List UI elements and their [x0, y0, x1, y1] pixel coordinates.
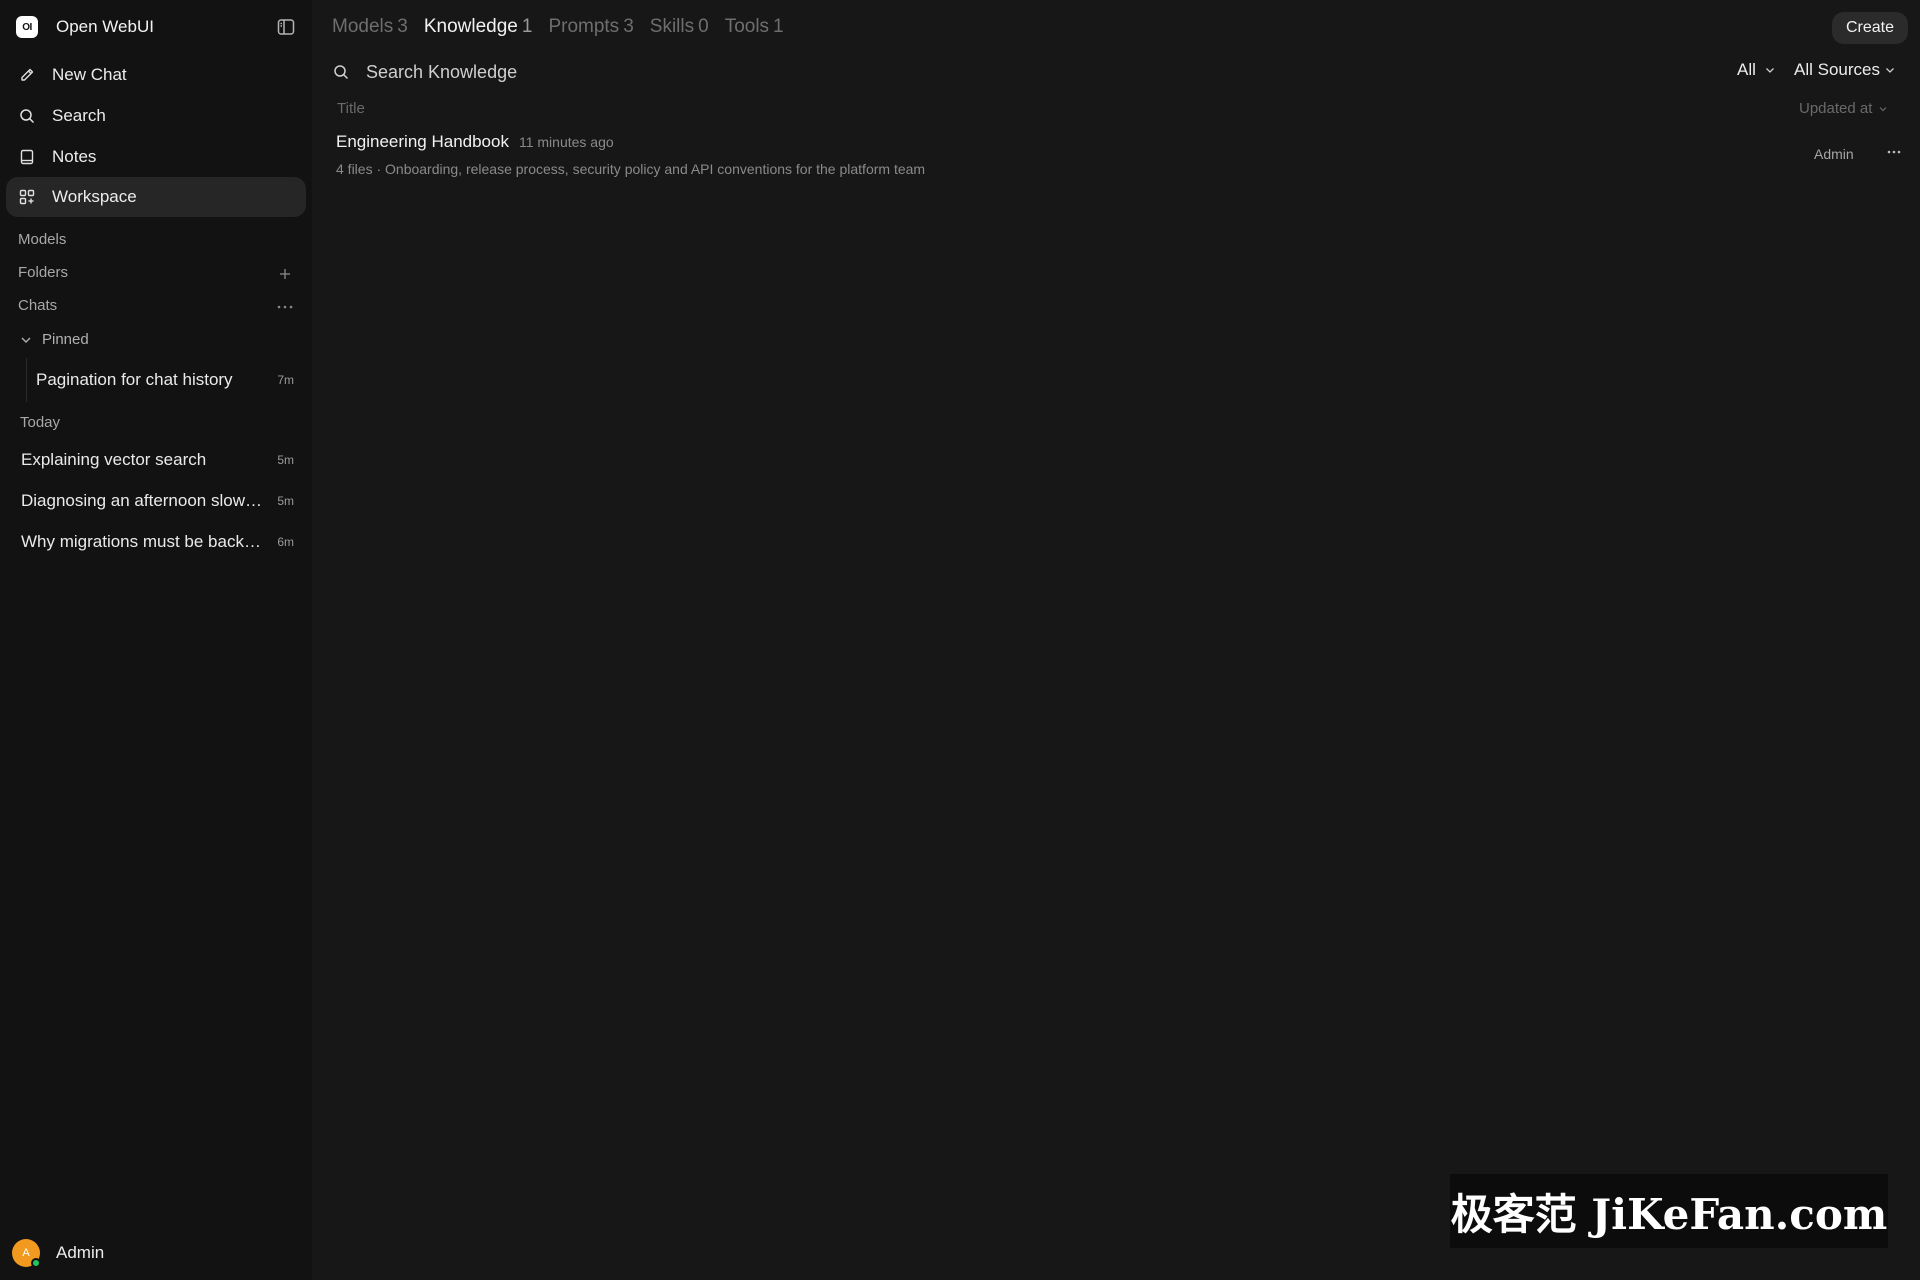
- app-root: OI Open WebUI New Chat Search Notes Work…: [0, 0, 1920, 1280]
- nav-notes[interactable]: Notes: [6, 137, 306, 177]
- online-status-indicator: [31, 1258, 41, 1268]
- chat-item[interactable]: Why migrations must be backward compatib…: [21, 524, 294, 560]
- knowledge-description: 4 files · Onboarding, release process, s…: [336, 161, 926, 177]
- knowledge-name: Engineering Handbook: [336, 132, 509, 151]
- pinned-label: Pinned: [42, 331, 89, 348]
- chat-title: Pagination for chat history: [36, 370, 233, 389]
- nav-workspace[interactable]: Workspace: [6, 177, 306, 217]
- nav-label: New Chat: [52, 65, 127, 84]
- chevron-down-icon: [1878, 104, 1888, 114]
- nav-label: Search: [52, 106, 106, 125]
- nav-label: Workspace: [52, 187, 137, 206]
- tab-skills[interactable]: Skills 0: [650, 16, 709, 38]
- nav-search[interactable]: Search: [6, 96, 306, 136]
- tab-label: Tools: [724, 16, 770, 37]
- tab-count: 1: [773, 16, 784, 37]
- chat-time: 5m: [277, 453, 294, 467]
- type-filter-dropdown[interactable]: All: [1737, 60, 1776, 80]
- more-options-icon[interactable]: [1882, 142, 1906, 162]
- chat-title: Explaining vector search: [21, 450, 207, 469]
- knowledge-updated: 11 minutes ago: [518, 134, 614, 150]
- knowledge-owner: Admin: [1814, 146, 1854, 162]
- grid-icon: [18, 188, 36, 206]
- workspace-tabs: Models 3 Knowledge 1 Prompts 3 Skills 0 Tool…: [332, 16, 800, 40]
- sort-label: Updated at: [1799, 100, 1873, 117]
- brand-logo[interactable]: OI: [16, 16, 38, 38]
- app-name: Open WebUI: [56, 17, 154, 36]
- notes-icon: [18, 148, 36, 166]
- tab-prompts[interactable]: Prompts 3: [548, 16, 633, 38]
- search-icon: [332, 63, 350, 81]
- chat-title: Why migrations must be backward compatib…: [21, 532, 269, 551]
- tab-tools[interactable]: Tools 1: [725, 16, 784, 38]
- chat-title: Diagnosing an afternoon slowdown: [21, 491, 270, 510]
- sidebar-toggle-icon[interactable]: [276, 17, 296, 37]
- source-filter-value: All Sources: [1794, 60, 1880, 79]
- tab-count: 1: [521, 16, 533, 37]
- pinned-rail: [26, 358, 27, 402]
- section-today: Today: [20, 414, 61, 431]
- nav-label: Notes: [52, 147, 97, 166]
- sidebar: OI Open WebUI New Chat Search Notes Work…: [0, 0, 312, 1280]
- source-filter-dropdown[interactable]: All Sources: [1794, 60, 1896, 80]
- create-button[interactable]: Create: [1831, 12, 1908, 44]
- pinned-toggle[interactable]: Pinned: [18, 331, 89, 348]
- section-chats[interactable]: Chats: [18, 297, 57, 314]
- search-bar: [332, 58, 1912, 86]
- search-input[interactable]: [366, 58, 1266, 86]
- workspace-main: Models 3 Knowledge 1 Prompts 3 Skills 0 Tool…: [312, 0, 1920, 1280]
- tab-label: Models: [332, 16, 394, 37]
- tab-label: Prompts: [548, 16, 620, 37]
- watermark: 极客范 JiKeFan.com: [1450, 1174, 1888, 1248]
- chat-time: 5m: [277, 494, 294, 508]
- tab-knowledge[interactable]: Knowledge 1: [424, 16, 533, 38]
- nav-new-chat[interactable]: New Chat: [6, 55, 306, 95]
- chevron-down-icon: [18, 332, 34, 348]
- search-icon: [18, 107, 36, 125]
- chevron-down-icon: [1884, 64, 1896, 76]
- tab-label: Skills: [649, 16, 695, 37]
- chat-item[interactable]: Explaining vector search 5m: [21, 442, 294, 478]
- tab-count: 3: [623, 16, 634, 37]
- user-name: Admin: [56, 1243, 105, 1262]
- chat-time: 6m: [277, 535, 294, 549]
- brand: OI Open WebUI: [16, 15, 296, 39]
- chat-time: 7m: [277, 373, 294, 387]
- tab-models[interactable]: Models 3: [332, 16, 408, 38]
- knowledge-title-line: Engineering Handbook 11 minutes ago: [336, 132, 614, 152]
- type-filter-value: All: [1737, 60, 1756, 79]
- chat-item[interactable]: Diagnosing an afternoon slowdown 5m: [21, 483, 294, 519]
- pencil-icon: [18, 66, 36, 84]
- section-models[interactable]: Models: [18, 231, 66, 248]
- sort-updated-dropdown[interactable]: Updated at: [1799, 100, 1888, 117]
- chat-item-pinned[interactable]: Pagination for chat history 7m: [36, 362, 294, 398]
- user-menu[interactable]: A Admin: [12, 1238, 104, 1268]
- tab-count: 0: [698, 16, 709, 37]
- column-title: Title: [337, 100, 365, 117]
- more-options-icon[interactable]: [276, 298, 294, 316]
- section-folders[interactable]: Folders: [18, 264, 68, 281]
- tab-label: Knowledge: [423, 16, 518, 37]
- add-folder-icon[interactable]: [276, 265, 294, 283]
- tab-count: 3: [397, 16, 408, 37]
- avatar: A: [12, 1239, 41, 1268]
- knowledge-item[interactable]: Engineering Handbook 11 minutes ago 4 fi…: [336, 128, 1901, 184]
- avatar-initial: A: [22, 1247, 30, 1259]
- chevron-down-icon: [1764, 64, 1776, 76]
